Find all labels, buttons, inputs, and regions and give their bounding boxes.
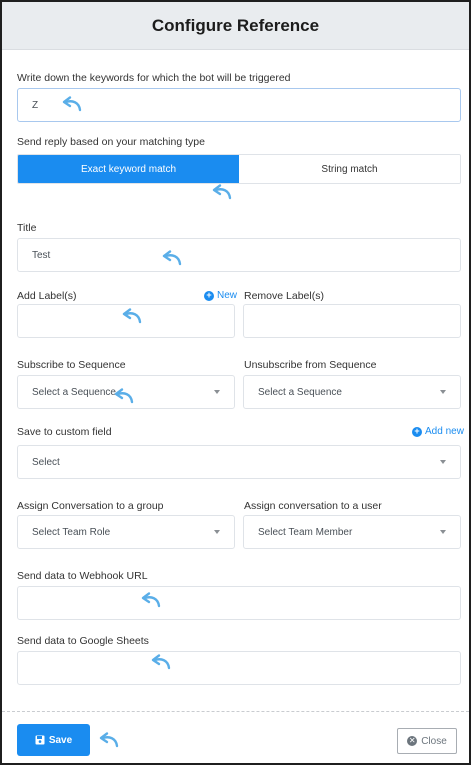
chevron-down-icon — [440, 530, 446, 534]
webhook-input[interactable] — [17, 586, 461, 620]
string-match-option[interactable]: String match — [239, 155, 460, 183]
chevron-down-icon — [214, 390, 220, 394]
dialog-header: Configure Reference — [2, 2, 469, 50]
custom-field-select[interactable]: Select — [17, 445, 461, 479]
dialog-title: Configure Reference — [151, 15, 320, 35]
save-button[interactable]: Save — [17, 724, 90, 756]
undo-arrow-icon — [162, 250, 184, 266]
match-type-label: Send reply based on your matching type — [17, 136, 205, 148]
floppy-disk-icon — [35, 735, 45, 745]
undo-arrow-icon — [212, 184, 234, 200]
unsubscribe-sequence-value: Select a Sequence — [258, 386, 342, 398]
title-value: Test — [32, 249, 51, 261]
unsubscribe-sequence-select[interactable]: Select a Sequence — [243, 375, 461, 409]
undo-arrow-icon — [122, 308, 144, 324]
webhook-label: Send data to Webhook URL — [17, 570, 148, 582]
chevron-down-icon — [440, 460, 446, 464]
dialog-footer: Save ✕ Close — [2, 711, 469, 763]
assign-user-value: Select Team Member — [258, 526, 353, 538]
custom-field-label: Save to custom field — [17, 426, 112, 438]
plus-circle-icon: + — [412, 426, 422, 437]
plus-circle-icon: + — [204, 290, 214, 301]
add-new-custom-field-link[interactable]: + Add new — [412, 426, 464, 437]
dialog-body: Write down the keywords for which the bo… — [2, 50, 469, 715]
title-input[interactable]: Test — [17, 238, 461, 272]
assign-user-label: Assign conversation to a user — [244, 500, 382, 512]
new-label-link-text: New — [217, 290, 238, 301]
unsubscribe-sequence-label: Unsubscribe from Sequence — [244, 359, 377, 371]
chevron-down-icon — [440, 390, 446, 394]
new-label-link[interactable]: + New — [204, 290, 237, 301]
add-new-link-text: Add new — [425, 426, 464, 437]
subscribe-sequence-label: Subscribe to Sequence — [17, 359, 126, 371]
keywords-value: Z — [32, 99, 39, 111]
remove-labels-input[interactable] — [243, 304, 461, 338]
assign-group-label: Assign Conversation to a group — [17, 500, 164, 512]
undo-arrow-icon — [114, 388, 136, 404]
save-button-label: Save — [48, 734, 73, 746]
add-labels-label: Add Label(s) — [17, 290, 77, 302]
undo-arrow-icon — [151, 654, 173, 670]
google-sheets-input[interactable] — [17, 651, 461, 685]
remove-labels-label: Remove Label(s) — [244, 290, 324, 302]
exact-match-option[interactable]: Exact keyword match — [18, 155, 239, 183]
undo-arrow-icon — [62, 96, 84, 112]
assign-user-select[interactable]: Select Team Member — [243, 515, 461, 549]
assign-group-select[interactable]: Select Team Role — [17, 515, 235, 549]
configure-reference-dialog: Configure Reference Write down the keywo… — [0, 0, 471, 765]
undo-arrow-icon — [99, 732, 121, 748]
google-sheets-label: Send data to Google Sheets — [17, 635, 149, 647]
close-button[interactable]: ✕ Close — [397, 728, 457, 754]
chevron-down-icon — [214, 530, 220, 534]
undo-arrow-icon — [141, 592, 163, 608]
keywords-label: Write down the keywords for which the bo… — [17, 72, 291, 84]
match-type-toggle: Exact keyword match String match — [17, 154, 461, 184]
subscribe-sequence-value: Select a Sequence — [32, 386, 116, 398]
assign-group-value: Select Team Role — [32, 526, 111, 538]
custom-field-value: Select — [32, 456, 60, 468]
close-button-label: Close — [421, 735, 447, 747]
title-label: Title — [17, 222, 37, 234]
close-circle-icon: ✕ — [407, 736, 418, 746]
